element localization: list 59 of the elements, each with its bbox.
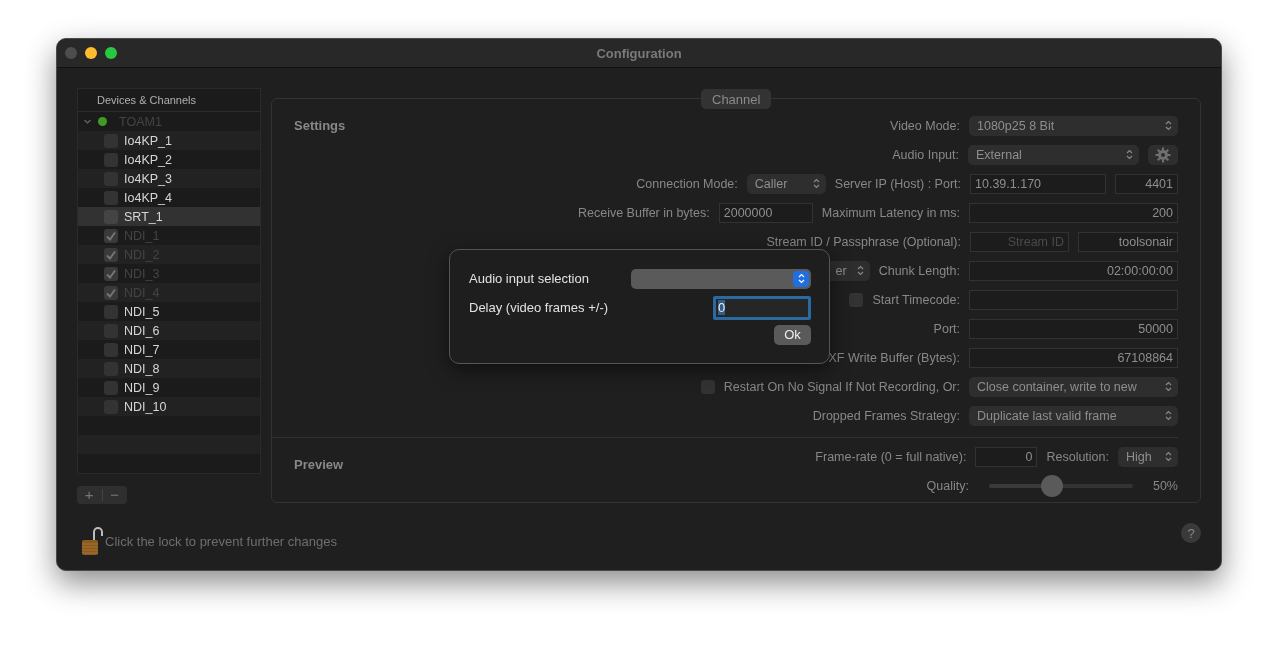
field-label: Server IP (Host) : Port: — [834, 176, 961, 191]
section-title: Settings — [294, 118, 346, 133]
popup-button[interactable]: External — [968, 144, 1139, 165]
popup-button[interactable]: Duplicate last valid frame — [969, 405, 1178, 426]
chevron-icon — [1165, 120, 1172, 131]
input-field[interactable]: 50000 — [969, 318, 1178, 339]
input-field[interactable]: 2000000 — [718, 202, 813, 223]
popup-button[interactable]: High — [1118, 446, 1178, 467]
field-label: Chunk Length: — [878, 263, 960, 278]
chevron-icon — [797, 273, 805, 284]
chevron-icon — [812, 178, 820, 189]
zoom-button[interactable] — [105, 47, 117, 59]
field-label: Port: — [933, 321, 960, 336]
lock-hint: Click the lock to prevent further changes — [105, 533, 337, 549]
settings-button[interactable] — [1148, 144, 1178, 165]
field-label: Frame-rate (0 = full native): — [815, 449, 967, 464]
field-label: Video Mode: — [890, 118, 960, 133]
input-field[interactable]: 0 — [975, 446, 1038, 467]
field-label: Stream ID / Passphrase (Optional): — [766, 234, 961, 249]
chevron-icon — [1165, 410, 1172, 421]
help-button[interactable]: ? — [1181, 523, 1201, 543]
field-label: Restart On No Signal If Not Recording, Or: — [723, 379, 960, 394]
chevron-icon — [1165, 451, 1172, 462]
remove-button[interactable]: − — [102, 486, 127, 504]
lock-icon[interactable] — [81, 526, 103, 556]
minimize-button[interactable] — [85, 47, 97, 59]
list-header: Devices & Channels — [97, 94, 197, 106]
popup-button[interactable]: Close container, write to new — [969, 376, 1178, 397]
input-field[interactable]: 4401 — [1115, 173, 1178, 194]
ok-button[interactable]: Ok — [774, 325, 811, 345]
close-button[interactable] — [65, 47, 77, 59]
add-button[interactable]: + — [77, 486, 102, 504]
field-label: Connection Mode: — [636, 176, 738, 191]
window-title: Configuration — [596, 45, 682, 61]
field-label: XF Write Buffer (Bytes): — [828, 350, 960, 365]
field-label: Start Timecode: — [872, 292, 960, 307]
input-field[interactable]: toolsonair — [1078, 231, 1178, 252]
chevron-icon — [1126, 149, 1133, 160]
dialog-label: Delay (video frames +/-) — [469, 300, 609, 315]
field-label: Quality: — [926, 478, 969, 493]
field-label: Audio Input: — [892, 147, 959, 162]
dialog-label: Audio input selection — [469, 271, 589, 286]
chevron-icon — [1165, 381, 1172, 392]
tab[interactable]: Channel — [701, 89, 772, 109]
field-label: Maximum Latency in ms: — [821, 205, 960, 220]
field-label: Dropped Frames Strategy: — [812, 408, 960, 423]
input-field[interactable]: 10.39.1.170 — [970, 173, 1106, 194]
popup-button[interactable]: 1080p25 8 Bit — [969, 115, 1178, 136]
quality-value: 50% — [1152, 478, 1178, 493]
input-field[interactable]: 0 — [713, 295, 811, 320]
chevron-icon — [856, 265, 864, 276]
input-field[interactable]: 02:00:00:00 — [969, 260, 1178, 281]
field-label: Resolution: — [1046, 449, 1109, 464]
input-field[interactable]: 67108864 — [969, 347, 1178, 368]
field-label: Receive Buffer in bytes: — [578, 205, 710, 220]
popup-button[interactable]: Caller — [746, 173, 826, 194]
input-field[interactable]: 200 — [969, 202, 1178, 223]
popup-button[interactable] — [631, 268, 811, 289]
section-title: Preview — [294, 457, 344, 472]
